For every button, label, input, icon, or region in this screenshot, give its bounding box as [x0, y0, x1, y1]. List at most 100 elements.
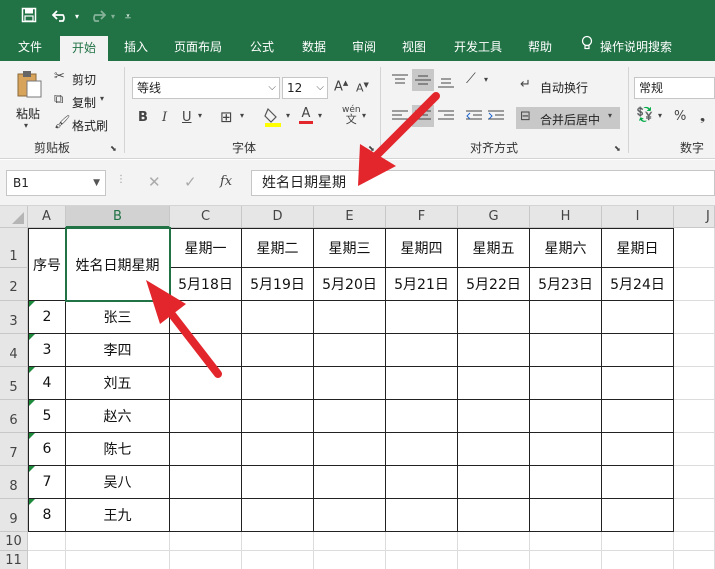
- cell-empty[interactable]: [314, 433, 386, 466]
- cell-empty[interactable]: [28, 551, 66, 569]
- borders-icon[interactable]: ⊞: [220, 108, 233, 126]
- row-header-2[interactable]: 2: [0, 268, 28, 301]
- cell-empty[interactable]: [28, 532, 66, 551]
- row-header-10[interactable]: 10: [0, 532, 28, 551]
- cell-empty[interactable]: [458, 532, 530, 551]
- tab-home[interactable]: 开始: [60, 36, 108, 61]
- lightbulb-icon[interactable]: [578, 34, 596, 61]
- font-name-select[interactable]: 等线 ⌵: [132, 77, 280, 99]
- scissors-icon[interactable]: ✂: [54, 69, 65, 84]
- format-painter-icon[interactable]: 🖌: [54, 115, 71, 130]
- cell-empty[interactable]: [242, 433, 314, 466]
- cell-empty[interactable]: [242, 301, 314, 334]
- column-header-c[interactable]: C: [170, 206, 242, 228]
- cell-empty[interactable]: [458, 466, 530, 499]
- redo-dropdown-icon[interactable]: ▾: [108, 7, 118, 27]
- font-launcher-icon[interactable]: ⬊: [368, 144, 375, 153]
- column-header-f[interactable]: F: [386, 206, 458, 228]
- cell-empty[interactable]: [674, 532, 715, 551]
- paste-icon[interactable]: [14, 69, 44, 101]
- cell-empty[interactable]: [314, 466, 386, 499]
- weekday-cell[interactable]: 星期四: [386, 228, 458, 268]
- row-header-3[interactable]: 3: [0, 301, 28, 334]
- cell-empty[interactable]: [674, 334, 715, 367]
- date-cell[interactable]: 5月22日: [458, 268, 530, 301]
- cell-serial-number[interactable]: 2: [28, 301, 66, 334]
- insert-function-button[interactable]: fx: [220, 174, 232, 189]
- cell-empty[interactable]: [674, 301, 715, 334]
- weekday-cell[interactable]: 星期六: [530, 228, 602, 268]
- orientation-icon[interactable]: ⟋: [466, 71, 476, 87]
- copy-icon[interactable]: ⧉: [54, 92, 63, 107]
- increase-indent-icon[interactable]: [486, 109, 506, 127]
- weekday-cell[interactable]: 星期一: [170, 228, 242, 268]
- cell-empty[interactable]: [458, 551, 530, 569]
- shrink-font-button[interactable]: A▼: [356, 81, 369, 95]
- align-right-icon[interactable]: [436, 109, 456, 127]
- date-cell[interactable]: 5月23日: [530, 268, 602, 301]
- cell-empty[interactable]: [314, 367, 386, 400]
- weekday-cell[interactable]: 星期二: [242, 228, 314, 268]
- copy-button[interactable]: 复制: [72, 94, 96, 111]
- cell-empty[interactable]: [530, 551, 602, 569]
- row-header-6[interactable]: 6: [0, 400, 28, 433]
- column-header-b[interactable]: B: [66, 206, 170, 228]
- cell-empty[interactable]: [242, 499, 314, 532]
- align-top-icon[interactable]: [390, 73, 410, 91]
- weekday-cell[interactable]: 星期三: [314, 228, 386, 268]
- borders-dropdown-icon[interactable]: ▾: [240, 111, 244, 120]
- cell-empty[interactable]: [170, 367, 242, 400]
- cell-empty[interactable]: [602, 551, 674, 569]
- row-header-9[interactable]: 9: [0, 499, 28, 532]
- cell-empty[interactable]: [314, 400, 386, 433]
- cell-empty[interactable]: [170, 551, 242, 569]
- formula-input[interactable]: 姓名日期星期: [251, 170, 715, 196]
- cell-serial-number[interactable]: 6: [28, 433, 66, 466]
- cell-empty[interactable]: [530, 499, 602, 532]
- tab-insert[interactable]: 插入: [114, 34, 158, 61]
- tab-developer[interactable]: 开发工具: [444, 34, 512, 61]
- cell-empty[interactable]: [674, 228, 715, 268]
- row-header-1[interactable]: 1: [0, 228, 28, 268]
- row-header-11[interactable]: 11: [0, 551, 28, 569]
- undo-icon[interactable]: [50, 7, 72, 27]
- cancel-icon[interactable]: ✕: [148, 173, 161, 191]
- tab-view[interactable]: 视图: [392, 34, 436, 61]
- date-cell[interactable]: 5月21日: [386, 268, 458, 301]
- cell-name[interactable]: 李四: [66, 334, 170, 367]
- cell-empty[interactable]: [530, 532, 602, 551]
- paste-button[interactable]: 粘贴: [16, 105, 40, 122]
- cell-empty[interactable]: [602, 367, 674, 400]
- tab-file[interactable]: 文件: [8, 34, 52, 61]
- cell-empty[interactable]: [386, 466, 458, 499]
- column-header-j[interactable]: J: [674, 206, 715, 228]
- column-header-h[interactable]: H: [530, 206, 602, 228]
- cell-empty[interactable]: [242, 532, 314, 551]
- row-header-7[interactable]: 7: [0, 433, 28, 466]
- font-size-select[interactable]: 12 ⌵: [282, 77, 328, 99]
- column-header-g[interactable]: G: [458, 206, 530, 228]
- date-cell[interactable]: 5月24日: [602, 268, 674, 301]
- cell-empty[interactable]: [602, 433, 674, 466]
- cell-empty[interactable]: [674, 433, 715, 466]
- cell-empty[interactable]: [458, 367, 530, 400]
- cell-empty[interactable]: [674, 499, 715, 532]
- column-header-e[interactable]: E: [314, 206, 386, 228]
- cut-button[interactable]: 剪切: [72, 71, 96, 88]
- font-color-button[interactable]: A: [298, 106, 314, 124]
- underline-button[interactable]: U: [182, 110, 192, 125]
- fill-color-dropdown-icon[interactable]: ▾: [286, 111, 290, 120]
- cell-empty[interactable]: [530, 334, 602, 367]
- align-left-icon[interactable]: [390, 109, 410, 127]
- cell-empty[interactable]: [530, 301, 602, 334]
- merge-dropdown-icon[interactable]: ▾: [608, 111, 612, 120]
- format-painter-button[interactable]: 格式刷: [72, 117, 108, 134]
- tab-page-layout[interactable]: 页面布局: [166, 34, 230, 61]
- align-middle-icon[interactable]: [412, 69, 434, 91]
- cell-empty[interactable]: [386, 532, 458, 551]
- cell-empty[interactable]: [170, 400, 242, 433]
- save-icon[interactable]: [18, 7, 40, 27]
- wrap-text-button[interactable]: 自动换行: [540, 79, 588, 96]
- tab-formulas[interactable]: 公式: [240, 34, 284, 61]
- column-header-a[interactable]: A: [28, 206, 66, 228]
